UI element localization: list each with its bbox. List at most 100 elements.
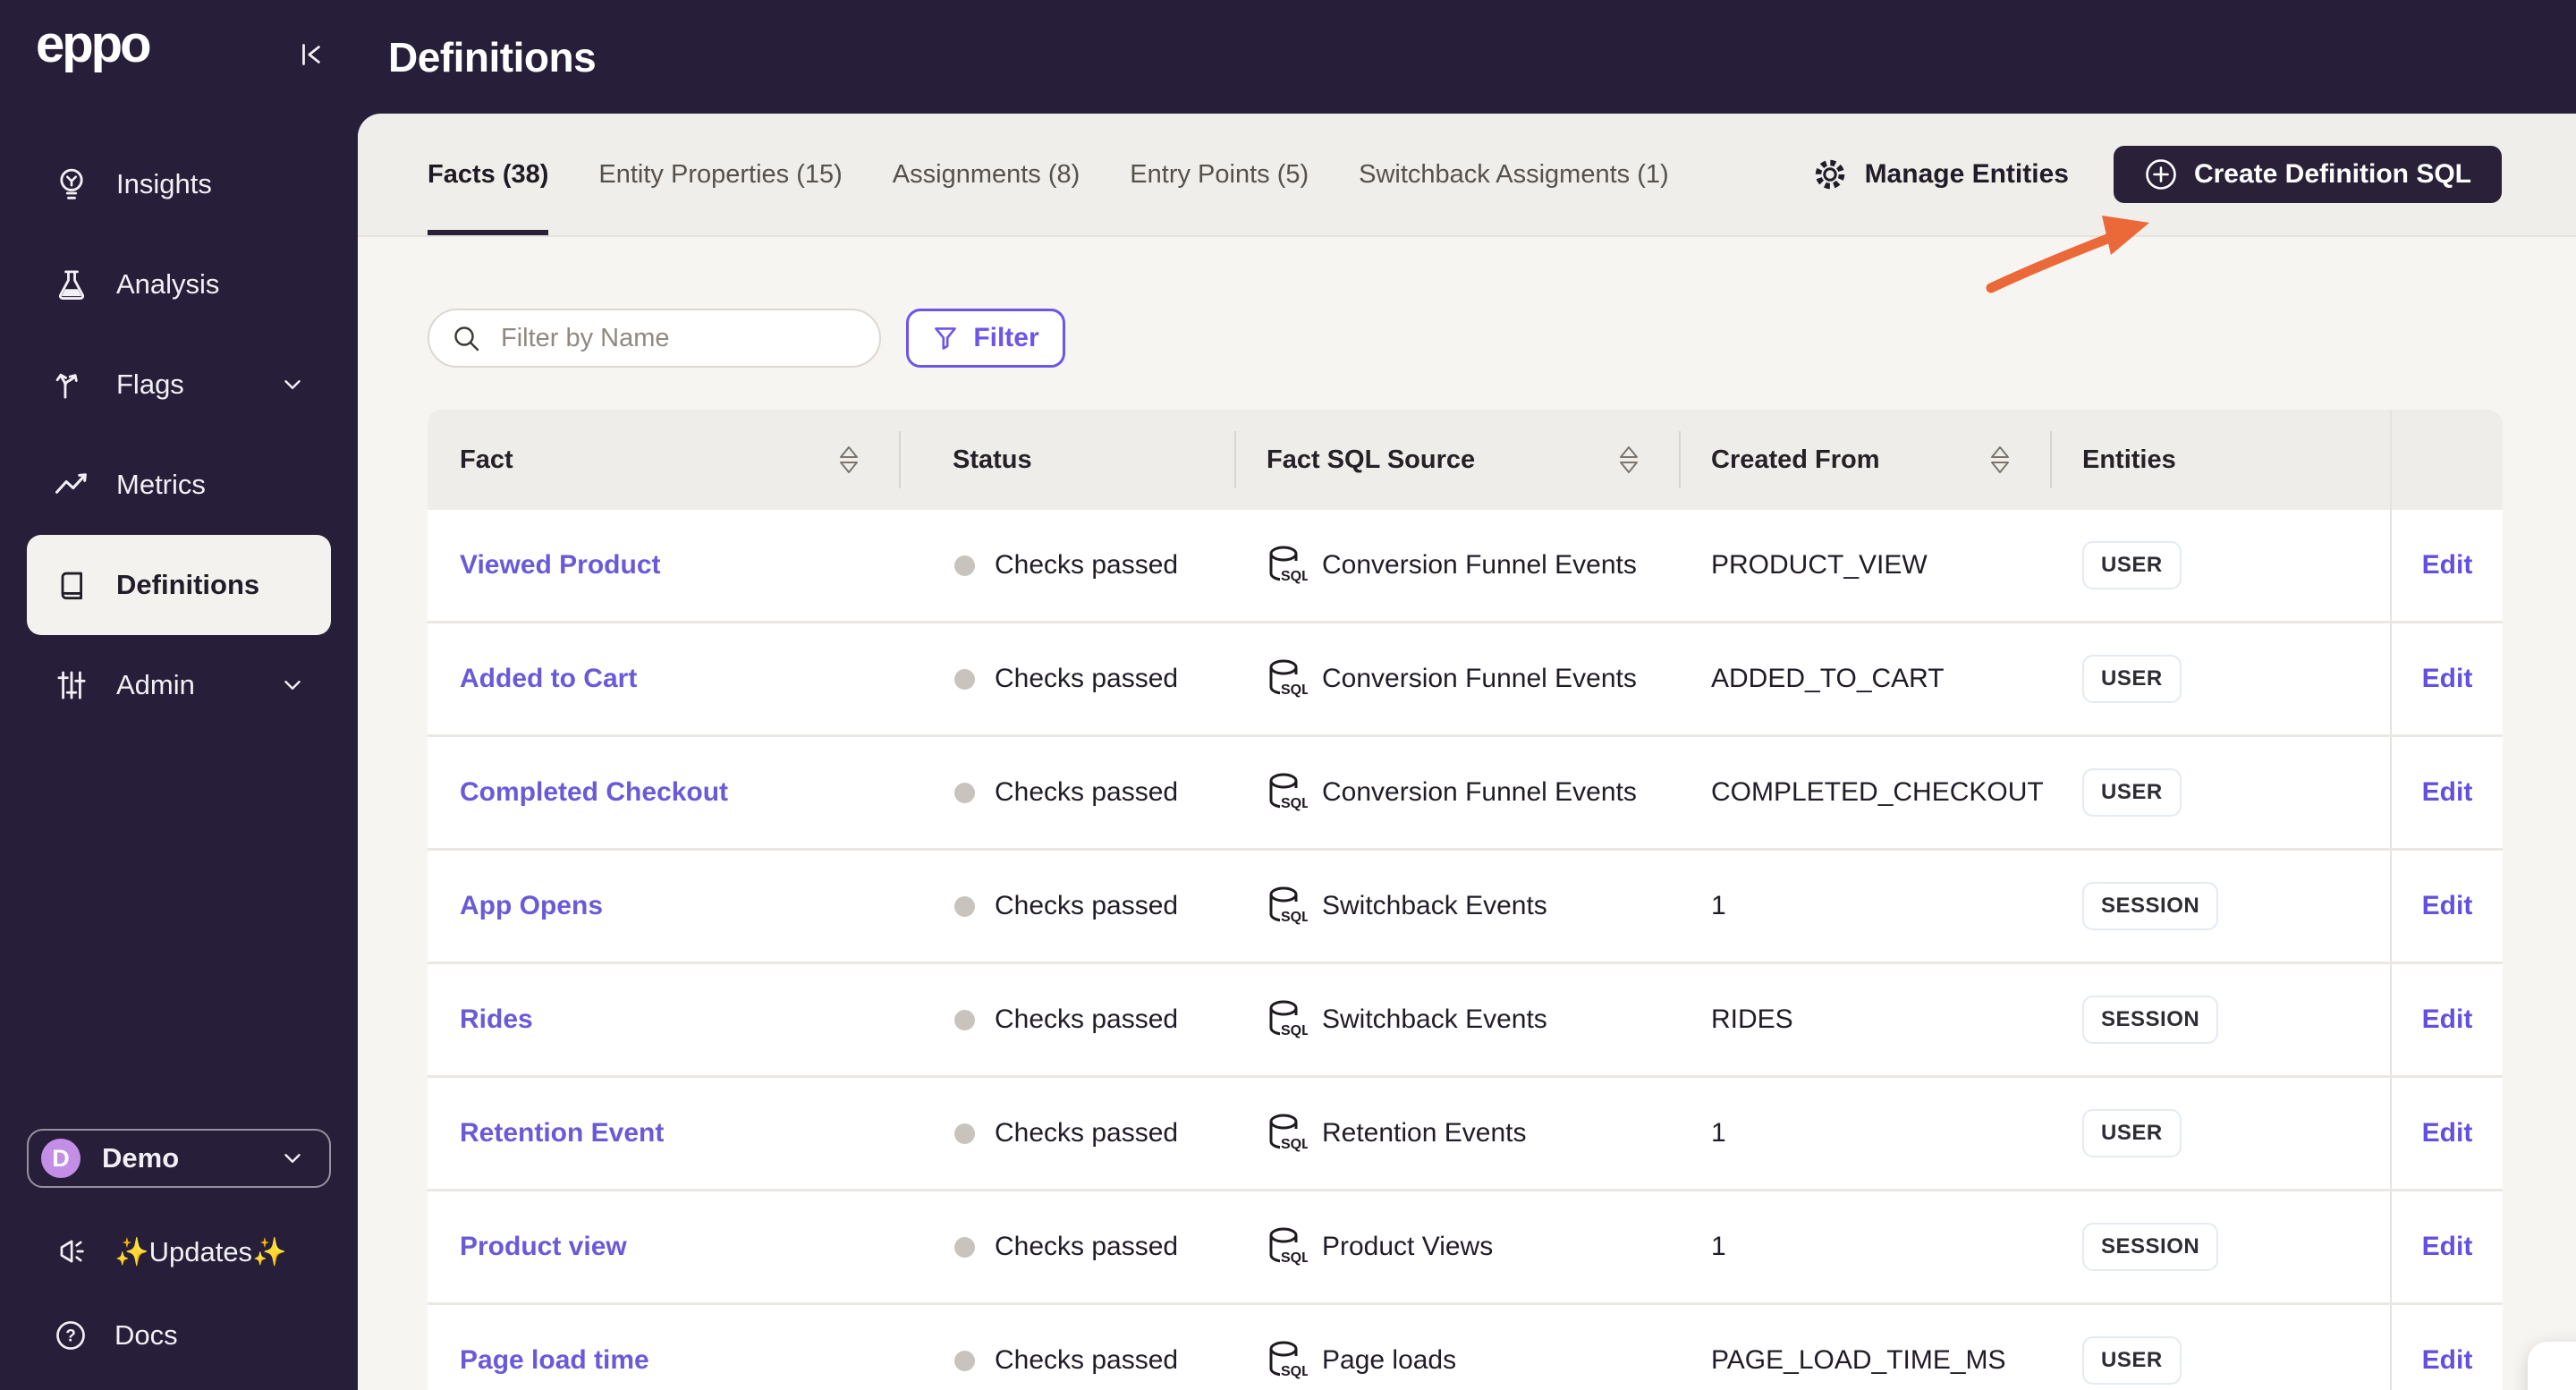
- workspace-switcher[interactable]: D Demo: [27, 1129, 331, 1188]
- column-label: Fact SQL Source: [1267, 445, 1476, 474]
- tab-entry-points[interactable]: Entry Points (5): [1130, 114, 1309, 235]
- tab-facts[interactable]: Facts (38): [428, 114, 549, 235]
- manage-entities-button[interactable]: Manage Entities: [1811, 156, 2069, 193]
- created-from-cell: COMPLETED_CHECKOUT: [1679, 737, 2050, 848]
- chevron-down-icon: [279, 672, 306, 699]
- facts-table: Fact Status Fact SQL Source Created From: [428, 410, 2503, 1390]
- status-cell: Checks passed: [899, 737, 1234, 848]
- sidebar-item-docs[interactable]: ? Docs: [27, 1306, 331, 1365]
- edit-link[interactable]: Edit: [2422, 1345, 2473, 1376]
- status-dot: [954, 1350, 975, 1371]
- status-text: Checks passed: [995, 891, 1179, 920]
- source-name: Switchback Events: [1322, 891, 1547, 920]
- create-definition-sql-button[interactable]: Create Definition SQL: [2113, 146, 2502, 203]
- sidebar-item-definitions[interactable]: Definitions: [27, 535, 331, 635]
- entity-badge: USER: [2082, 541, 2182, 589]
- sidebar-item-analysis[interactable]: Analysis: [27, 234, 331, 335]
- floating-widget[interactable]: [2528, 1342, 2576, 1390]
- created-from-cell: PAGE_LOAD_TIME_MS: [1679, 1305, 2050, 1390]
- tab-assignments[interactable]: Assignments (8): [893, 114, 1080, 235]
- sidebar-item-flags[interactable]: Flags: [27, 335, 331, 435]
- fact-link[interactable]: Rides: [460, 1004, 533, 1035]
- source-name: Conversion Funnel Events: [1322, 550, 1637, 580]
- created-from-value: 1: [1711, 891, 1726, 920]
- status-text: Checks passed: [995, 1232, 1179, 1261]
- sidebar-header: eppo: [0, 0, 358, 134]
- source-cell: Switchback Events: [1234, 851, 1679, 962]
- status-cell: Checks passed: [899, 623, 1234, 734]
- table-row: Rides Checks passed Switchback Events RI…: [428, 964, 2503, 1078]
- sql-source-icon: [1267, 999, 1308, 1040]
- source-name: Switchback Events: [1322, 1004, 1547, 1034]
- table-row: Completed Checkout Checks passed Convers…: [428, 737, 2503, 851]
- book-icon: [54, 567, 89, 603]
- fact-link[interactable]: Viewed Product: [460, 550, 661, 581]
- sidebar-item-updates[interactable]: ✨Updates✨: [27, 1222, 331, 1281]
- fact-cell: Page load time: [428, 1305, 899, 1390]
- sidebar-collapse-button[interactable]: [295, 38, 329, 72]
- created-from-value: PRODUCT_VIEW: [1711, 550, 1928, 580]
- edit-link[interactable]: Edit: [2422, 891, 2473, 921]
- status-dot: [954, 782, 975, 803]
- source-cell: Conversion Funnel Events: [1234, 737, 1679, 848]
- status-dot: [954, 895, 975, 917]
- entities-cell: USER: [2050, 1078, 2390, 1189]
- sidebar-item-label: Metrics: [116, 469, 206, 500]
- table-row: App Opens Checks passed Switchback Event…: [428, 851, 2503, 964]
- search-input[interactable]: [428, 309, 881, 368]
- edit-link[interactable]: Edit: [2422, 777, 2473, 808]
- sidebar-item-admin[interactable]: Admin: [27, 635, 331, 735]
- column-header-created-from[interactable]: Created From: [1679, 410, 2050, 510]
- status-cell: Checks passed: [899, 1305, 1234, 1390]
- entity-badge: USER: [2082, 655, 2182, 703]
- source-cell: Page loads: [1234, 1305, 1679, 1390]
- status-text: Checks passed: [995, 1345, 1179, 1375]
- sql-source-icon: [1267, 1113, 1308, 1154]
- sql-source-icon: [1267, 1226, 1308, 1267]
- status-text: Checks passed: [995, 1004, 1179, 1034]
- column-header-fact-sql-source[interactable]: Fact SQL Source: [1234, 410, 1679, 510]
- tab-switchback-assigments[interactable]: Switchback Assigments (1): [1359, 114, 1669, 235]
- fact-link[interactable]: Page load time: [460, 1345, 649, 1376]
- column-label: Status: [953, 445, 1032, 474]
- created-from-value: PAGE_LOAD_TIME_MS: [1711, 1345, 2006, 1375]
- tab-entity-properties[interactable]: Entity Properties (15): [598, 114, 842, 235]
- status-dot: [954, 1123, 975, 1144]
- fact-link[interactable]: Added to Cart: [460, 664, 637, 694]
- fact-link[interactable]: Completed Checkout: [460, 777, 728, 808]
- svg-text:?: ?: [65, 1327, 76, 1346]
- edit-link[interactable]: Edit: [2422, 550, 2473, 581]
- content-panel: Facts (38) Entity Properties (15) Assign…: [358, 114, 2576, 1390]
- tab-bar: Facts (38) Entity Properties (15) Assign…: [358, 114, 2576, 237]
- sort-icon: [1989, 445, 2011, 475]
- sidebar-item-label: Analysis: [116, 268, 220, 300]
- column-header-fact[interactable]: Fact: [428, 410, 899, 510]
- status-text: Checks passed: [995, 664, 1179, 693]
- fact-link[interactable]: Retention Event: [460, 1118, 664, 1148]
- filter-button-label: Filter: [973, 323, 1039, 352]
- created-from-cell: 1: [1679, 851, 2050, 962]
- filter-button[interactable]: Filter: [906, 309, 1065, 368]
- sidebar-item-metrics[interactable]: Metrics: [27, 435, 331, 535]
- edit-link[interactable]: Edit: [2422, 1118, 2473, 1148]
- entity-badge: SESSION: [2082, 1223, 2219, 1271]
- sidebar-item-insights[interactable]: Insights: [27, 134, 331, 234]
- search-icon: [451, 323, 483, 355]
- fact-link[interactable]: Product view: [460, 1232, 627, 1262]
- edit-link[interactable]: Edit: [2422, 1004, 2473, 1035]
- sql-source-icon: [1267, 545, 1308, 586]
- status-cell: Checks passed: [899, 1191, 1234, 1302]
- column-header-status: Status: [899, 410, 1234, 510]
- edit-cell: Edit: [2390, 737, 2503, 848]
- column-label: Entities: [2082, 445, 2176, 474]
- edit-link[interactable]: Edit: [2422, 664, 2473, 694]
- flask-icon: [54, 267, 89, 302]
- status-cell: Checks passed: [899, 851, 1234, 962]
- edit-link[interactable]: Edit: [2422, 1232, 2473, 1262]
- search-wrap: [428, 309, 881, 368]
- sort-icon: [838, 445, 860, 475]
- entity-badge: SESSION: [2082, 882, 2219, 930]
- fact-link[interactable]: App Opens: [460, 891, 603, 921]
- column-header-entities: Entities: [2050, 410, 2390, 510]
- sidebar-item-label: Admin: [116, 669, 195, 700]
